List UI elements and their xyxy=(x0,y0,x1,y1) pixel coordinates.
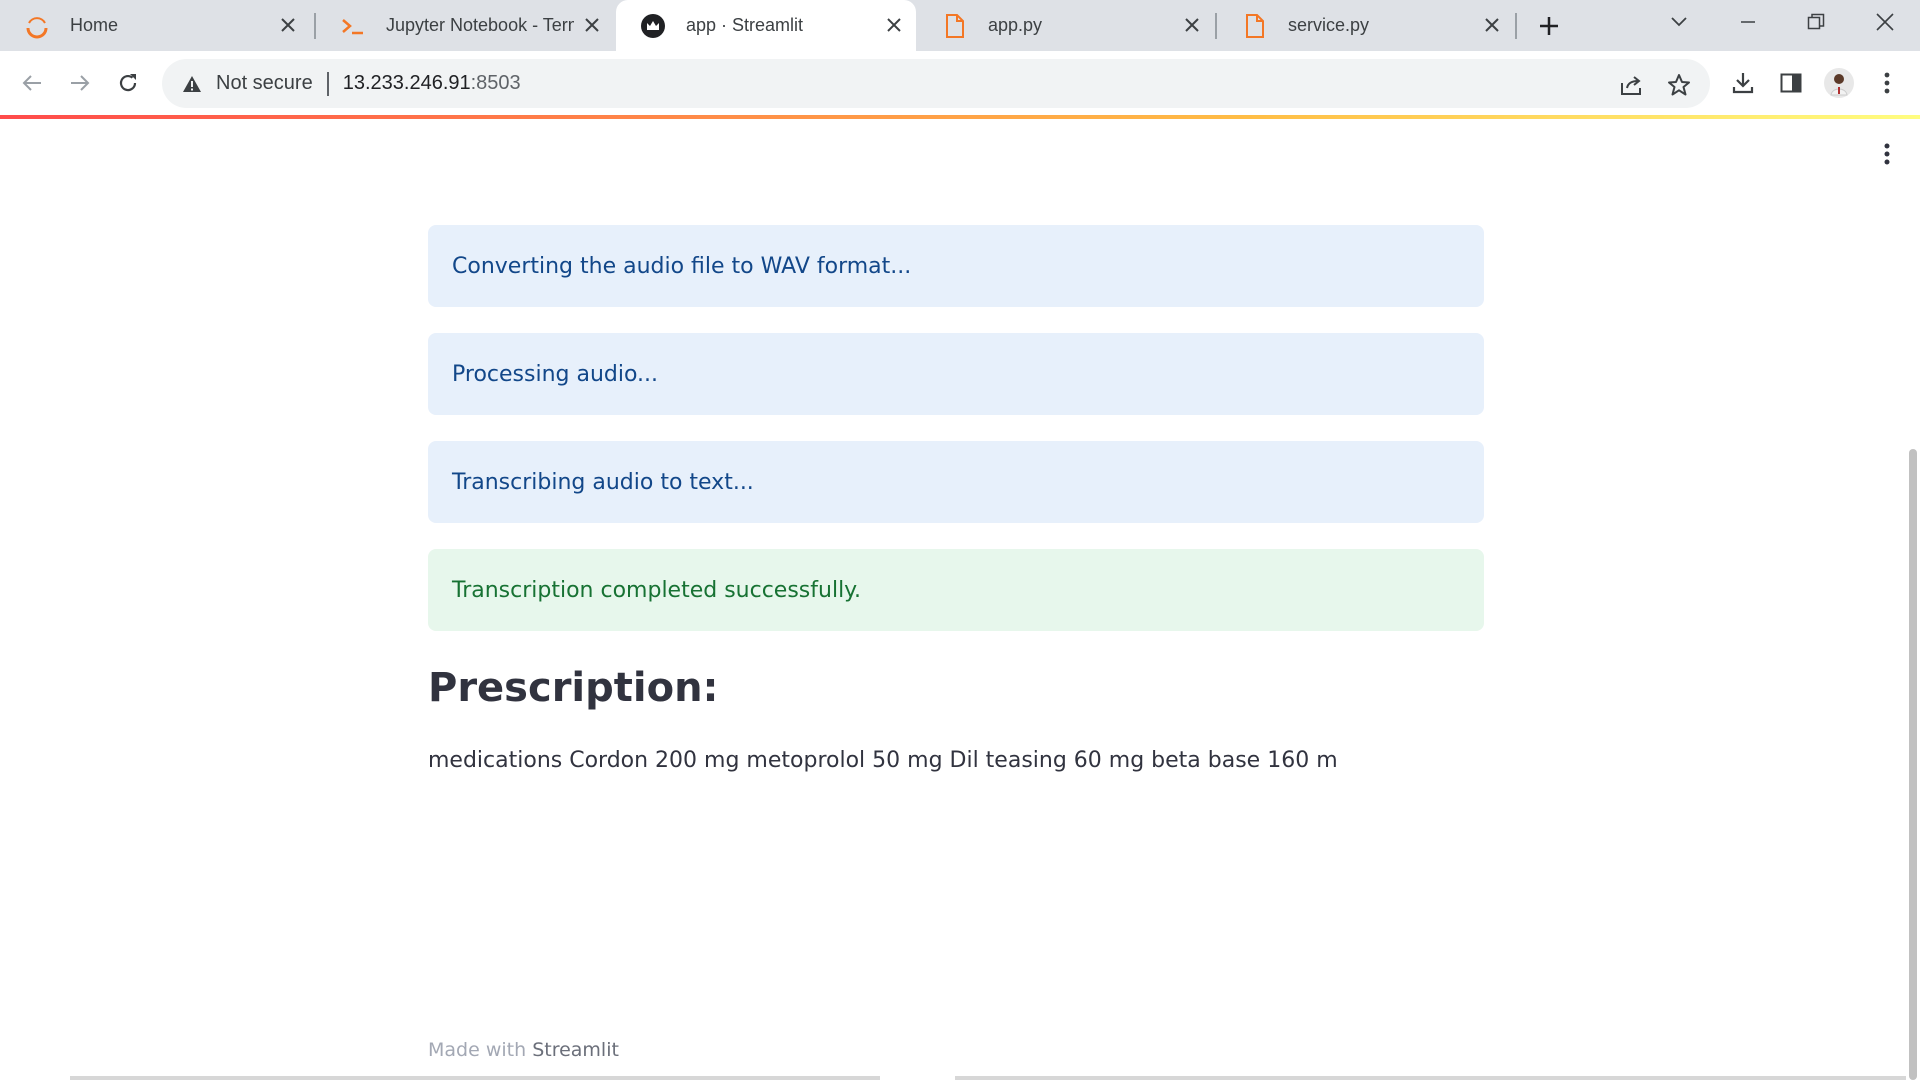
tab-search-button[interactable] xyxy=(1645,0,1713,44)
downloads-button[interactable] xyxy=(1724,64,1762,102)
minimize-icon xyxy=(1741,21,1755,23)
minimize-button[interactable] xyxy=(1714,0,1782,44)
avatar xyxy=(1824,68,1854,98)
warning-icon[interactable] xyxy=(180,72,204,96)
vertical-scrollbar[interactable] xyxy=(1906,119,1920,1080)
forward-button[interactable] xyxy=(61,64,99,102)
tab-label: Jupyter Notebook - Term xyxy=(386,15,574,35)
close-tab-icon[interactable] xyxy=(1180,13,1204,37)
url-host: 13.233.246.91 xyxy=(342,72,471,94)
streamlit-footer: Made with Streamlit xyxy=(428,1039,619,1061)
alert-text: Transcribing audio to text... xyxy=(452,469,754,495)
success-alert: Transcription completed successfully. xyxy=(428,549,1484,631)
kebab-menu-icon xyxy=(1884,143,1890,165)
close-icon xyxy=(1876,13,1894,31)
scroll-segment xyxy=(505,1076,880,1080)
side-panel-button[interactable] xyxy=(1772,64,1810,102)
side-panel-icon xyxy=(1780,73,1802,93)
close-tab-icon[interactable] xyxy=(882,13,906,37)
info-alert: Transcribing audio to text... xyxy=(428,441,1484,523)
footer-prefix: Made with xyxy=(428,1039,533,1061)
alert-text: Transcription completed successfully. xyxy=(452,577,862,603)
file-icon xyxy=(1242,13,1268,39)
restore-button[interactable] xyxy=(1782,0,1850,44)
arrow-left-icon xyxy=(22,75,41,91)
alert-text: Processing audio... xyxy=(452,361,659,387)
close-tab-icon[interactable] xyxy=(276,13,300,37)
plus-icon xyxy=(1540,17,1558,35)
info-alert: Converting the audio file to WAV format.… xyxy=(428,225,1484,307)
tab-streamlit-app[interactable]: app · Streamlit xyxy=(616,0,916,51)
kebab-menu-icon xyxy=(1884,72,1890,94)
download-icon xyxy=(1732,73,1754,94)
tab-home[interactable]: Home xyxy=(0,0,310,51)
streamlit-app-view: Converting the audio file to WAV format.… xyxy=(0,119,1920,1080)
scrollbar-thumb[interactable] xyxy=(1909,449,1917,1080)
streamlit-crown-icon xyxy=(640,13,666,39)
address-divider xyxy=(326,71,329,96)
url-port: :8503 xyxy=(470,72,521,94)
browser-toolbar: Not secure 13.233.246.91:8503 xyxy=(0,51,1920,115)
restore-icon xyxy=(1807,13,1825,30)
alert-text: Converting the audio file to WAV format.… xyxy=(452,253,912,279)
horizontal-scroll-track xyxy=(0,1076,1906,1080)
tab-service-py[interactable]: service.py xyxy=(1218,0,1514,51)
security-label[interactable]: Not secure xyxy=(216,72,313,95)
app-menu-button[interactable] xyxy=(1872,139,1902,169)
prescription-heading: Prescription: xyxy=(428,665,719,711)
new-tab-button[interactable] xyxy=(1533,10,1565,42)
jupyter-spinner-icon xyxy=(24,13,50,39)
tab-app-py[interactable]: app.py xyxy=(918,0,1214,51)
bookmark-star-icon[interactable] xyxy=(1662,68,1696,102)
chevron-down-icon xyxy=(1671,17,1687,27)
tab-jupyter-terminal[interactable]: Jupyter Notebook - Term xyxy=(316,0,614,51)
scroll-segment xyxy=(955,1076,1906,1080)
transcript-text: medications Cordon 200 mg metoprolol 50 … xyxy=(428,748,1338,773)
footer-brand-link[interactable]: Streamlit xyxy=(532,1039,619,1061)
browser-tab-strip: Home Jupyter Notebook - Term app · Strea… xyxy=(0,0,1920,51)
share-icon[interactable] xyxy=(1614,68,1648,102)
close-window-button[interactable] xyxy=(1851,0,1919,44)
back-button[interactable] xyxy=(13,64,51,102)
close-tab-icon[interactable] xyxy=(580,13,604,37)
browser-menu-button[interactable] xyxy=(1868,64,1906,102)
info-alert: Processing audio... xyxy=(428,333,1484,415)
close-tab-icon[interactable] xyxy=(1480,13,1504,37)
arrow-right-icon xyxy=(71,75,90,91)
tab-separator xyxy=(1515,13,1517,39)
tab-separator xyxy=(1215,13,1217,39)
address-bar[interactable]: Not secure 13.233.246.91:8503 xyxy=(162,59,1710,108)
file-icon xyxy=(942,13,968,39)
tab-label: Home xyxy=(70,15,119,35)
reload-icon xyxy=(119,74,137,92)
profile-avatar[interactable] xyxy=(1820,64,1858,102)
scroll-segment xyxy=(70,1076,505,1080)
reload-button[interactable] xyxy=(109,64,147,102)
url-text[interactable]: 13.233.246.91:8503 xyxy=(343,72,521,95)
terminal-icon xyxy=(340,13,366,39)
